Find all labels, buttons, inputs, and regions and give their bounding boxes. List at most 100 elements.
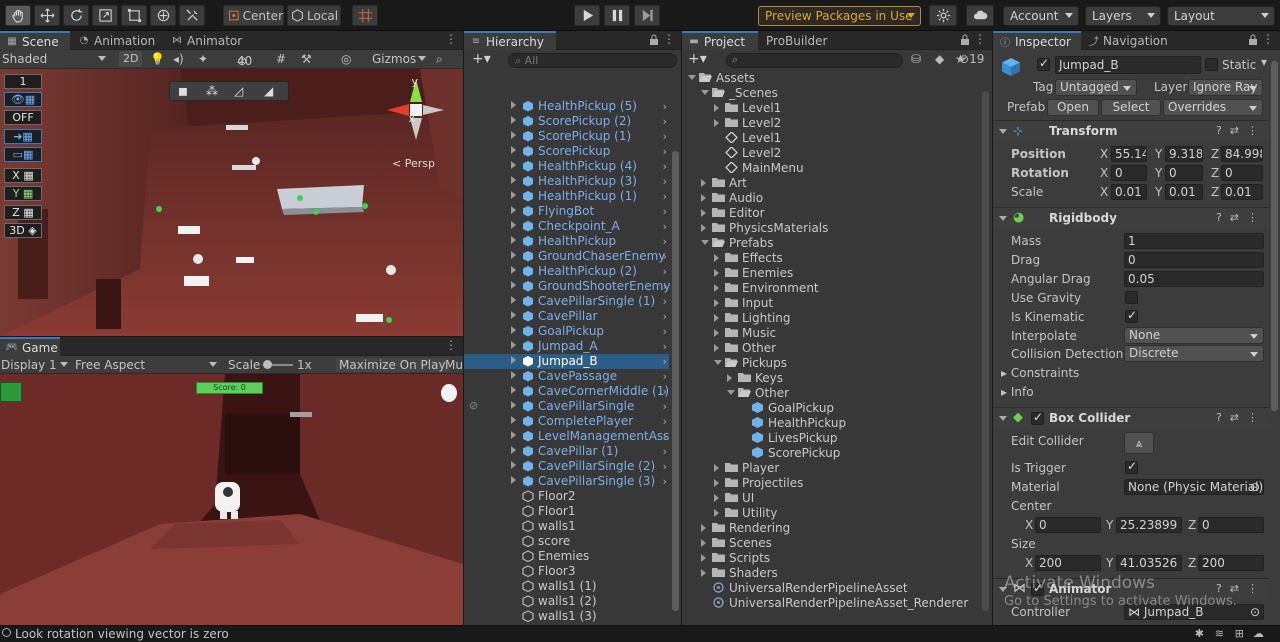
expand-arrow-icon[interactable] bbox=[714, 329, 719, 337]
active-checkbox[interactable] bbox=[1037, 56, 1050, 71]
hidden-packages-toggle[interactable]: ⊘19 bbox=[959, 52, 984, 66]
position-y-field[interactable]: 9.3184 bbox=[1165, 146, 1203, 162]
project-item[interactable]: Editor bbox=[682, 206, 980, 221]
transform-component-header[interactable]: ⊹ Transform ?⇄⋮ bbox=[993, 120, 1270, 142]
hierarchy-item[interactable]: CavePillarSingle (2) › bbox=[464, 459, 669, 474]
progress-icon[interactable]: ⊞ bbox=[1235, 627, 1244, 640]
position-x-field[interactable]: 55.140 bbox=[1111, 146, 1147, 162]
box-collider-enabled-checkbox[interactable] bbox=[1031, 410, 1044, 425]
size-z-field[interactable]: 200 bbox=[1198, 555, 1264, 571]
pause-button[interactable] bbox=[604, 5, 630, 26]
project-item[interactable]: Projectiles bbox=[682, 476, 980, 491]
expand-arrow-icon[interactable] bbox=[511, 311, 516, 319]
tab-scene[interactable]: ▦ Scene bbox=[0, 31, 70, 50]
expand-arrow-icon[interactable] bbox=[511, 116, 516, 124]
project-item[interactable]: Level1 bbox=[682, 131, 980, 146]
open-prefab-arrow-icon[interactable]: › bbox=[663, 279, 667, 294]
expand-arrow-icon[interactable] bbox=[701, 209, 706, 217]
collision-detection-dropdown[interactable]: Discrete bbox=[1124, 345, 1264, 362]
expand-arrow-icon[interactable] bbox=[714, 494, 719, 502]
hierarchy-item[interactable]: GroundShooterEnemy › bbox=[464, 279, 670, 294]
center-y-field[interactable]: 25.23899 bbox=[1116, 517, 1182, 533]
project-item[interactable]: Scenes bbox=[682, 536, 980, 551]
open-prefab-arrow-icon[interactable]: › bbox=[663, 174, 667, 189]
hierarchy-menu-icon[interactable]: ⋮ bbox=[663, 32, 675, 46]
expand-arrow-icon[interactable] bbox=[701, 194, 706, 202]
tab-project[interactable]: ▬ Project bbox=[682, 31, 758, 50]
expand-arrow-icon[interactable] bbox=[714, 509, 719, 517]
is-kinematic-checkbox[interactable] bbox=[1125, 308, 1138, 323]
scale-y-axis[interactable]: Y bbox=[1155, 185, 1162, 199]
hierarchy-item[interactable]: ScorePickup (1) › bbox=[464, 129, 669, 144]
expand-arrow-icon[interactable] bbox=[714, 254, 719, 262]
box-collider-header-icons[interactable]: ?⇄⋮ bbox=[1216, 411, 1266, 424]
vertex-mode-icon[interactable]: ⁂ bbox=[206, 84, 218, 98]
open-prefab-arrow-icon[interactable]: › bbox=[663, 264, 667, 279]
prefab-open-button[interactable]: Open bbox=[1047, 99, 1099, 116]
mass-field[interactable]: 1 bbox=[1124, 233, 1264, 249]
project-item[interactable]: Music bbox=[682, 326, 980, 341]
collaborate-icon[interactable]: ☁ bbox=[1253, 627, 1264, 640]
face-mode-icon[interactable]: ◢ bbox=[264, 84, 273, 98]
x-axis-snap-toggle[interactable]: X ▦ bbox=[4, 168, 42, 183]
expand-arrow-icon[interactable] bbox=[701, 224, 706, 232]
scene-menu-icon[interactable]: ⋮ bbox=[445, 32, 457, 46]
tag-dropdown[interactable]: Untagged bbox=[1055, 79, 1137, 96]
size-x-field[interactable]: 200 bbox=[1035, 555, 1101, 571]
preview-packages-dropdown[interactable]: Preview Packages in Use bbox=[758, 6, 921, 26]
expand-arrow-icon[interactable] bbox=[511, 266, 516, 274]
display-dropdown[interactable]: Display 1 bbox=[1, 358, 57, 372]
project-lock-icon[interactable] bbox=[960, 34, 970, 45]
layer-dropdown[interactable]: Ignore Ray bbox=[1188, 79, 1263, 96]
tab-game[interactable]: 🎮 Game bbox=[0, 337, 60, 356]
project-item[interactable]: Enemies bbox=[682, 266, 980, 281]
render-pipeline-icon[interactable]: ≋ bbox=[1215, 627, 1224, 640]
expand-arrow-icon[interactable] bbox=[701, 90, 709, 95]
project-item[interactable]: Effects bbox=[682, 251, 980, 266]
effects-toggle-icon[interactable]: ✦ bbox=[198, 52, 208, 66]
grid-snap-button[interactable] bbox=[352, 5, 378, 26]
is-trigger-checkbox[interactable] bbox=[1125, 459, 1138, 474]
open-prefab-arrow-icon[interactable]: › bbox=[663, 189, 667, 204]
hierarchy-item[interactable]: score bbox=[464, 534, 669, 549]
expand-arrow-icon[interactable] bbox=[714, 479, 719, 487]
project-item[interactable]: Assets bbox=[682, 71, 980, 86]
open-prefab-arrow-icon[interactable]: › bbox=[663, 339, 667, 354]
rotate-tool-button[interactable] bbox=[63, 5, 89, 26]
position-y-axis[interactable]: Y bbox=[1155, 147, 1162, 161]
play-button[interactable] bbox=[574, 5, 600, 26]
hierarchy-item[interactable]: CompletePlayer › bbox=[464, 414, 669, 429]
prefab-overrides-dropdown[interactable]: Overrides bbox=[1163, 99, 1263, 116]
expand-arrow-icon[interactable] bbox=[511, 191, 516, 199]
scale-slider-handle[interactable] bbox=[263, 360, 272, 369]
camera-settings-icon[interactable]: ◎ bbox=[341, 52, 351, 66]
scale-tool-button[interactable] bbox=[92, 5, 118, 26]
project-item[interactable]: Audio bbox=[682, 191, 980, 206]
rigidbody-component-header[interactable]: ◕ Rigidbody ?⇄⋮ bbox=[993, 207, 1270, 229]
transform-header-icons[interactable]: ?⇄⋮ bbox=[1216, 124, 1266, 137]
material-field[interactable]: None (Physic Material) ⊙ bbox=[1124, 479, 1264, 495]
expand-arrow-icon[interactable] bbox=[511, 461, 516, 469]
hierarchy-item[interactable]: Checkpoint_A › bbox=[464, 219, 669, 234]
tab-animator[interactable]: ⋈ Animator bbox=[165, 31, 255, 50]
rotation-x-field[interactable]: 0 bbox=[1111, 165, 1147, 181]
project-search-input[interactable]: ⌕ bbox=[726, 53, 903, 68]
controller-picker-icon[interactable]: ⊙ bbox=[1250, 605, 1260, 619]
project-scrollbar[interactable] bbox=[982, 91, 989, 611]
hierarchy-item[interactable]: FlyingBot › bbox=[464, 204, 669, 219]
expand-arrow-icon[interactable] bbox=[511, 326, 516, 334]
tab-animation[interactable]: ◔ Animation bbox=[72, 31, 162, 50]
hierarchy-item[interactable]: walls1 (2) bbox=[464, 594, 669, 609]
expand-arrow-icon[interactable] bbox=[714, 119, 719, 127]
open-prefab-arrow-icon[interactable]: › bbox=[663, 204, 667, 219]
hierarchy-item[interactable]: CavePillarSingle (3) › bbox=[464, 474, 669, 489]
project-item[interactable]: Utility bbox=[682, 506, 980, 521]
project-create-button[interactable]: +▾ bbox=[688, 51, 707, 67]
box-collider-component-header[interactable]: ◆ Box Collider ?⇄⋮ bbox=[993, 407, 1270, 429]
lighting-toggle-icon[interactable]: 💡 bbox=[150, 52, 165, 66]
scene-viewport[interactable]: 1 👁▦ OFF ➜▦ ▭▦ X ▦ Y ▦ Z ▦ 3D ◈ ◼ ⁂ ◿ ◢ … bbox=[0, 69, 463, 336]
expand-arrow-icon[interactable] bbox=[714, 360, 722, 365]
expand-arrow-icon[interactable] bbox=[701, 179, 706, 187]
package-settings-button[interactable] bbox=[929, 5, 957, 26]
project-item[interactable]: Rendering bbox=[682, 521, 980, 536]
